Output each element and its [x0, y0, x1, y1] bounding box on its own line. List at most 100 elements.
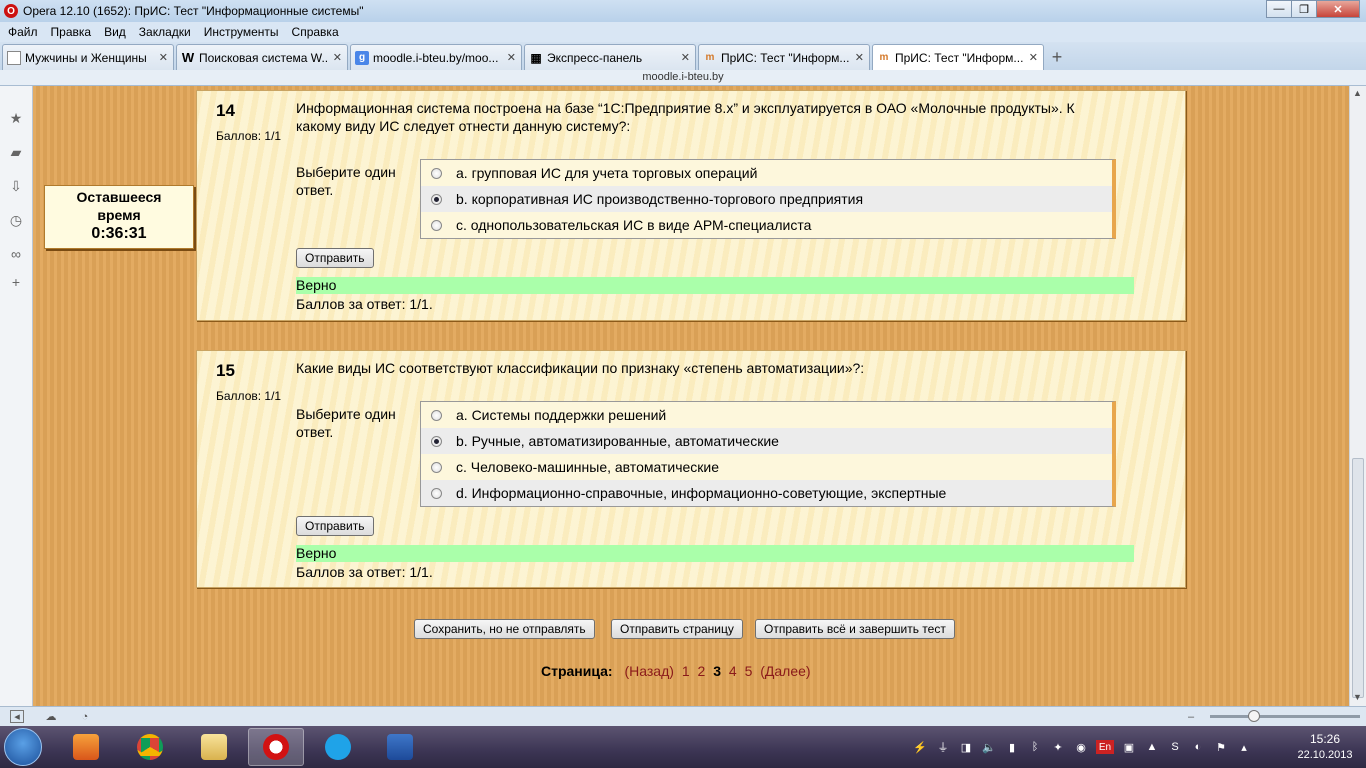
zoom-slider[interactable]: [1210, 710, 1360, 722]
tab-5[interactable]: m ПрИС: Тест "Информ... ✕: [698, 44, 870, 70]
menu-tools[interactable]: Инструменты: [204, 25, 279, 39]
radio-button[interactable]: [431, 409, 442, 421]
scrollbar-thumb[interactable]: [1352, 458, 1364, 698]
new-tab-icon[interactable]: +: [1046, 46, 1068, 68]
question-grade: Баллов: 1/1: [216, 389, 282, 403]
tray-drive-icon[interactable]: ▲: [1144, 740, 1160, 754]
page-icon: [7, 50, 21, 65]
answer-option-c[interactable]: c. однопользовательская ИС в виде АРМ-сп…: [421, 212, 1112, 238]
tray-app-icon[interactable]: ▣: [1121, 740, 1137, 754]
answer-option-d[interactable]: d. Информационно-справочные, информацион…: [421, 480, 1112, 506]
tab-bar: Мужчины и Женщины ✕ W Поисковая система …: [0, 42, 1366, 70]
radio-button[interactable]: [431, 219, 442, 231]
bookmarks-star-icon[interactable]: ★: [8, 110, 24, 126]
address-bar[interactable]: moodle.i-bteu.by: [0, 70, 1366, 86]
taskbar-clock[interactable]: 15:26 22.10.2013: [1290, 731, 1360, 763]
pagination-page-2[interactable]: 2: [698, 663, 706, 679]
pagination-page-4[interactable]: 4: [729, 663, 737, 679]
radio-button[interactable]: [431, 461, 442, 473]
question-number: 14: [216, 101, 235, 120]
tab-close-icon[interactable]: ✕: [1029, 51, 1038, 64]
tab-1[interactable]: Мужчины и Женщины ✕: [2, 44, 174, 70]
menu-view[interactable]: Вид: [104, 25, 126, 39]
radio-button[interactable]: [431, 167, 442, 179]
submit-page-button[interactable]: Отправить страницу: [611, 619, 743, 639]
windows-taskbar: ⚡ ⏚ ◨ 🔈 ▮ ᛒ ✦ ◉ En ▣ ▲ S ◐ ⚑ ▴ 15:26 22.…: [0, 726, 1366, 768]
downloads-icon[interactable]: ⇩: [8, 178, 24, 194]
links-icon[interactable]: ∞: [8, 246, 24, 262]
taskbar-skype[interactable]: [310, 728, 366, 766]
turbo-cloud-icon[interactable]: ☁: [44, 710, 58, 723]
minimize-button[interactable]: —: [1266, 0, 1292, 18]
pagination-page-5[interactable]: 5: [745, 663, 753, 679]
vertical-scrollbar[interactable]: ▲ ▼: [1349, 86, 1366, 706]
taskbar-chrome[interactable]: [122, 728, 178, 766]
answer-option-a[interactable]: a. Системы поддержки решений: [421, 402, 1112, 428]
history-clock-icon[interactable]: ◷: [8, 212, 24, 228]
menu-file[interactable]: Файл: [8, 25, 38, 39]
submit-question-button[interactable]: Отправить: [296, 248, 374, 268]
save-without-submit-button[interactable]: Сохранить, но не отправлять: [414, 619, 595, 639]
zoom-slider-knob[interactable]: [1248, 710, 1260, 722]
tray-usb-icon[interactable]: ⏚: [935, 740, 951, 754]
tab-3[interactable]: g moodle.i-bteu.by/moo... ✕: [350, 44, 522, 70]
maximize-button[interactable]: ❐: [1291, 0, 1317, 18]
tray-skype-icon[interactable]: S: [1167, 740, 1183, 754]
scroll-up-arrow-icon[interactable]: ▲: [1353, 88, 1362, 98]
tray-network-icon[interactable]: ▮: [1004, 740, 1020, 754]
taskbar-word[interactable]: [372, 728, 428, 766]
pagination-page-1[interactable]: 1: [682, 663, 690, 679]
tray-expand-icon[interactable]: ▴: [1236, 740, 1252, 754]
tab-close-icon[interactable]: ✕: [681, 51, 690, 64]
tray-globe-icon[interactable]: ◉: [1073, 740, 1089, 754]
taskbar-opera[interactable]: [248, 728, 304, 766]
panel-toggle-icon[interactable]: ◂: [10, 710, 24, 723]
notes-icon[interactable]: ▰: [8, 144, 24, 160]
feedback-correct: Верно: [296, 545, 1134, 562]
opera-logo-icon[interactable]: O: [4, 4, 18, 18]
side-panel: ★ ▰ ⇩ ◷ ∞ +: [0, 86, 33, 706]
taskbar-media-player[interactable]: [58, 728, 114, 766]
scroll-down-arrow-icon[interactable]: ▼: [1353, 692, 1362, 702]
pagination-prev-link[interactable]: (Назад): [624, 663, 673, 679]
add-panel-icon[interactable]: +: [8, 274, 24, 290]
pagination-next-link[interactable]: (Далее): [760, 663, 810, 679]
menu-edit[interactable]: Правка: [51, 25, 92, 39]
tray-tool-icon[interactable]: ✦: [1050, 740, 1066, 754]
tray-volume-icon[interactable]: 🔈: [981, 740, 997, 754]
tab-label: Экспресс-панель: [547, 50, 643, 65]
tab-close-icon[interactable]: ✕: [333, 51, 342, 64]
radio-button-selected[interactable]: [431, 435, 442, 447]
submit-all-finish-button[interactable]: Отправить всё и завершить тест: [755, 619, 955, 639]
tab-close-icon[interactable]: ✕: [855, 51, 864, 64]
window-title: Opera 12.10 (1652): ПрИС: Тест "Информац…: [23, 4, 364, 18]
answer-option-a[interactable]: a. групповая ИС для учета торговых опера…: [421, 160, 1112, 186]
menu-bookmarks[interactable]: Закладки: [139, 25, 191, 39]
answer-mark: Баллов за ответ: 1/1.: [296, 564, 433, 580]
tab-6-active[interactable]: m ПрИС: Тест "Информ... ✕: [872, 44, 1044, 70]
radio-button[interactable]: [431, 487, 442, 499]
tray-update-icon[interactable]: ◐: [1190, 740, 1206, 754]
zoom-out-icon[interactable]: –: [1184, 710, 1198, 723]
answer-option-c[interactable]: c. Человеко-машинные, автоматические: [421, 454, 1112, 480]
start-button[interactable]: [4, 728, 42, 766]
tab-4[interactable]: ▦ Экспресс-панель ✕: [524, 44, 696, 70]
timer-label-line1: Оставшееся: [76, 189, 162, 205]
tray-bluetooth-icon[interactable]: ᛒ: [1027, 740, 1043, 754]
tab-close-icon[interactable]: ✕: [159, 51, 168, 64]
submit-question-button[interactable]: Отправить: [296, 516, 374, 536]
tray-action-center-icon[interactable]: ⚑: [1213, 740, 1229, 754]
speedometer-icon[interactable]: ◔: [78, 710, 92, 723]
radio-button-selected[interactable]: [431, 193, 442, 205]
answer-option-b[interactable]: b. Ручные, автоматизированные, автоматич…: [421, 428, 1112, 454]
menu-help[interactable]: Справка: [292, 25, 339, 39]
tray-security-icon[interactable]: ◨: [958, 740, 974, 754]
tray-lightning-icon[interactable]: ⚡: [912, 740, 928, 754]
tab-2[interactable]: W Поисковая система W... ✕: [176, 44, 348, 70]
close-window-button[interactable]: ✕: [1316, 0, 1360, 18]
answer-option-b[interactable]: b. корпоративная ИС производственно-торг…: [421, 186, 1112, 212]
tab-label: ПрИС: Тест "Информ...: [895, 50, 1024, 65]
taskbar-explorer[interactable]: [186, 728, 242, 766]
tab-close-icon[interactable]: ✕: [507, 51, 516, 64]
tray-language-indicator[interactable]: En: [1096, 740, 1114, 754]
